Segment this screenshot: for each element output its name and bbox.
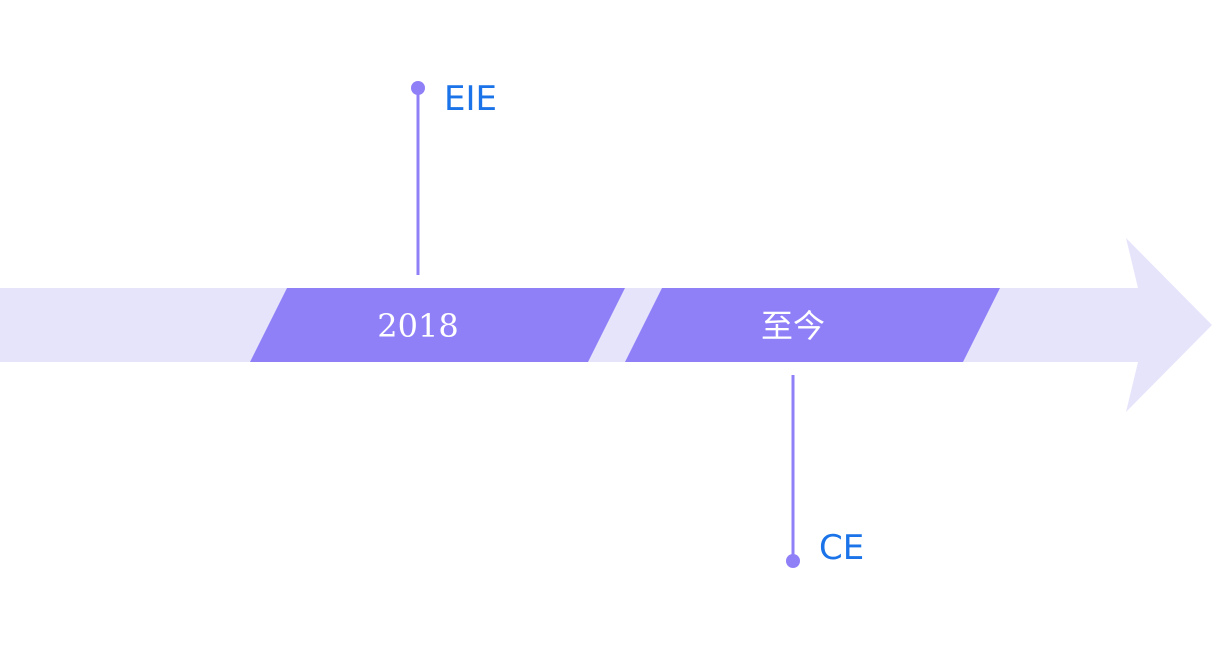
timeline-segment-2018: 2018 — [250, 288, 625, 362]
timeline-segment-present: 至今 — [625, 288, 1000, 362]
event-label: CE — [819, 528, 864, 568]
timeline-event-eie: EIE — [411, 79, 497, 275]
timeline-diagram: 2018 至今 EIE CE — [0, 79, 1212, 568]
event-label: EIE — [444, 79, 497, 119]
segment-label: 2018 — [377, 307, 458, 345]
timeline-event-ce: CE — [786, 375, 864, 568]
event-marker-dot — [411, 81, 425, 95]
event-marker-dot — [786, 554, 800, 568]
segment-label: 至今 — [761, 307, 825, 345]
